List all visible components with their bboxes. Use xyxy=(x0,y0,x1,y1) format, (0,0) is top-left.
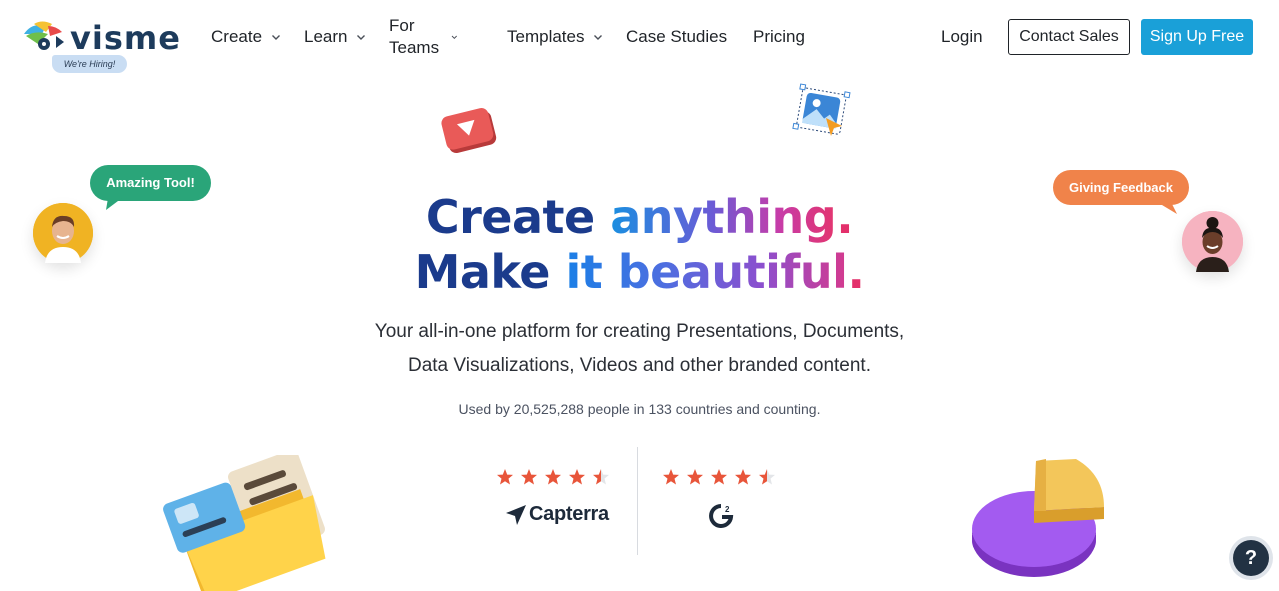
pie-chart-icon xyxy=(972,459,1104,577)
star-icon xyxy=(759,469,775,485)
headline-anything: anything xyxy=(610,190,837,244)
login-link[interactable]: Login xyxy=(941,26,983,48)
nav-create[interactable]: Create xyxy=(211,26,281,48)
chevron-down-icon xyxy=(357,35,366,40)
capterra-logo-icon xyxy=(506,504,526,525)
nav-templates-label: Templates xyxy=(507,27,585,46)
hero-headline-line1: Create anything. xyxy=(0,190,1279,246)
rating-divider xyxy=(637,447,638,555)
star-icon xyxy=(545,469,561,485)
star-icon xyxy=(735,469,751,485)
visme-logo-icon xyxy=(24,21,64,50)
star-icon xyxy=(663,469,679,485)
g2-logo-icon: 2 xyxy=(709,504,734,528)
sign-up-button[interactable]: Sign Up Free xyxy=(1141,19,1253,55)
nav-pricing[interactable]: Pricing xyxy=(753,26,805,48)
capterra-label: Capterra xyxy=(529,503,609,525)
star-icon xyxy=(593,469,609,485)
visme-logo[interactable]: visme We're Hiring! xyxy=(22,18,182,74)
folder-documents-icon xyxy=(163,455,326,591)
nav-for-teams[interactable]: For Teams xyxy=(389,15,458,59)
star-icon xyxy=(687,469,703,485)
nav-learn[interactable]: Learn xyxy=(304,26,366,48)
star-icon xyxy=(497,469,513,485)
star-icon xyxy=(711,469,727,485)
hero-subtitle-line1: Your all-in-one platform for creating Pr… xyxy=(374,321,905,342)
image-select-icon xyxy=(792,83,851,136)
headline-it-beautiful: it beautiful xyxy=(565,245,848,299)
headline-dot-1: . xyxy=(836,190,854,244)
star-icon xyxy=(521,469,537,485)
chevron-down-icon xyxy=(272,35,281,40)
nav-templates[interactable]: Templates xyxy=(507,26,603,48)
hero-headline-line2: Make it beautiful. xyxy=(0,245,1279,301)
capterra-stars xyxy=(496,468,610,486)
g2-rating xyxy=(662,468,776,486)
svg-text:2: 2 xyxy=(725,505,730,514)
hero-subtitle-line2: Data Visualizations, Videos and other br… xyxy=(407,355,871,376)
usage-stats: Used by 20,525,288 people in 133 countri… xyxy=(458,401,821,417)
g2-logo[interactable]: 2 xyxy=(708,503,734,534)
nav-case-studies-label: Case Studies xyxy=(626,27,728,46)
help-button[interactable]: ? xyxy=(1229,536,1273,580)
nav-pricing-label: Pricing xyxy=(753,27,805,46)
nav-learn-label: Learn xyxy=(304,27,348,46)
video-play-icon xyxy=(441,107,497,154)
headline-create: Create xyxy=(425,190,611,244)
nav-for-teams-label: For Teams xyxy=(389,16,440,57)
headline-dot-2: . xyxy=(847,245,865,299)
g2-stars xyxy=(662,468,776,486)
chevron-down-icon xyxy=(452,35,458,39)
hiring-badge[interactable]: We're Hiring! xyxy=(52,55,127,73)
nav-create-label: Create xyxy=(211,27,263,46)
brand-name: visme xyxy=(70,19,181,57)
headline-make: Make xyxy=(414,245,566,299)
capterra-logo[interactable]: Capterra xyxy=(505,503,609,526)
site-header: visme We're Hiring! Create Learn For Tea… xyxy=(0,0,1279,80)
star-icon xyxy=(569,469,585,485)
contact-sales-button[interactable]: Contact Sales xyxy=(1008,19,1130,55)
help-icon: ? xyxy=(1233,540,1269,576)
nav-case-studies[interactable]: Case Studies xyxy=(626,26,727,48)
capterra-rating xyxy=(496,468,610,486)
chevron-down-icon xyxy=(594,35,603,40)
